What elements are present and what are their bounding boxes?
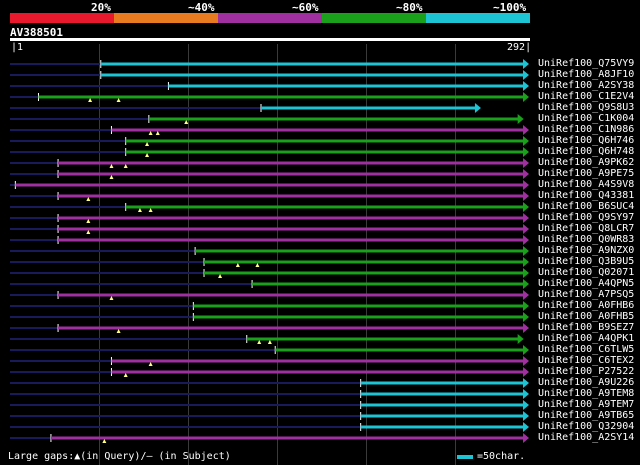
- query-gap-marker: [184, 120, 189, 124]
- hit-label[interactable]: UniRef100_Q9S8U3: [538, 102, 634, 113]
- hit-arrow: [523, 367, 529, 377]
- hit-arrow: [523, 136, 529, 146]
- query-gap-marker: [257, 340, 262, 344]
- hit-arrow: [523, 202, 529, 212]
- hit-label[interactable]: UniRef100_A9PE75: [538, 168, 634, 179]
- hit-label[interactable]: UniRef100_B9SEZ7: [538, 322, 634, 333]
- hit-arrow: [523, 389, 529, 399]
- query-gap-marker: [255, 263, 260, 267]
- query-gap-marker: [145, 153, 150, 157]
- hit-label[interactable]: UniRef100_Q6H748: [538, 146, 634, 157]
- hit-arrow: [523, 158, 529, 168]
- hit-arrow: [517, 334, 524, 344]
- scale-bar: [457, 455, 473, 459]
- hit-arrow: [523, 147, 529, 157]
- hit-arrow: [517, 114, 524, 124]
- query-gap-marker: [109, 296, 114, 300]
- hit-label[interactable]: UniRef100_A9NZX0: [538, 245, 634, 256]
- hit-arrow: [523, 92, 529, 102]
- hit-arrow: [523, 169, 529, 179]
- hit-arrow: [523, 378, 529, 388]
- hit-arrow: [523, 246, 529, 256]
- hit-label[interactable]: UniRef100_C1E2V4: [538, 91, 634, 102]
- query-gap-marker: [123, 373, 128, 377]
- hit-arrow: [523, 290, 529, 300]
- hit-arrow: [523, 257, 529, 267]
- hit-arrow: [523, 125, 529, 135]
- query-gap-marker: [86, 230, 91, 234]
- hit-label[interactable]: UniRef100_Q8LCR7: [538, 223, 634, 234]
- query-gap-marker: [155, 131, 160, 135]
- hit-arrow: [523, 312, 529, 322]
- hit-arrow: [523, 81, 529, 91]
- hit-arrow: [523, 59, 529, 69]
- query-gap-marker: [137, 208, 142, 212]
- hit-label[interactable]: UniRef100_Q0WR83: [538, 234, 634, 245]
- hit-label[interactable]: UniRef100_A9PK62: [538, 157, 634, 168]
- hit-arrow: [523, 191, 529, 201]
- hit-label[interactable]: UniRef100_Q75VY9: [538, 58, 634, 69]
- scale-label: =50char.: [477, 451, 526, 462]
- query-gap-marker: [86, 219, 91, 223]
- hit-arrow: [523, 411, 529, 421]
- hit-label[interactable]: UniRef100_A0FHB6: [538, 300, 634, 311]
- query-gap-marker: [116, 98, 121, 102]
- query-gap-marker: [218, 274, 223, 278]
- query-gap-marker: [148, 208, 153, 212]
- hit-arrow: [523, 279, 529, 289]
- hit-label[interactable]: UniRef100_A9U226: [538, 377, 634, 388]
- hit-label[interactable]: UniRef100_A4S9V8: [538, 179, 634, 190]
- hit-arrow: [523, 400, 529, 410]
- hit-label[interactable]: UniRef100_Q3B9U5: [538, 256, 634, 267]
- hit-label[interactable]: UniRef100_Q6H746: [538, 135, 634, 146]
- hit-label[interactable]: UniRef100_C1N986: [538, 124, 634, 135]
- gaps-legend: Large gaps:▲(in Query)/– (in Subject): [8, 451, 231, 462]
- hit-label[interactable]: UniRef100_C6TLW5: [538, 344, 634, 355]
- hit-label[interactable]: UniRef100_A0FHB5: [538, 311, 634, 322]
- hit-arrow: [523, 301, 529, 311]
- hit-label[interactable]: UniRef100_B6SUC4: [538, 201, 634, 212]
- hit-label[interactable]: UniRef100_C1K004: [538, 113, 634, 124]
- hit-label[interactable]: UniRef100_A9TEM8: [538, 388, 634, 399]
- hit-arrow: [523, 268, 529, 278]
- hit-label[interactable]: UniRef100_A8JF10: [538, 69, 634, 80]
- hit-arrow: [523, 345, 529, 355]
- hit-arrow: [523, 235, 529, 245]
- hit-arrow: [474, 103, 481, 113]
- hit-arrow: [523, 180, 529, 190]
- hit-arrow: [523, 70, 529, 80]
- query-gap-marker: [235, 263, 240, 267]
- query-gap-marker: [145, 142, 150, 146]
- hit-label[interactable]: UniRef100_A2SY38: [538, 80, 634, 91]
- hit-label[interactable]: UniRef100_A4QPN5: [538, 278, 634, 289]
- query-gap-marker: [116, 329, 121, 333]
- hit-label[interactable]: UniRef100_A2SY14: [538, 432, 634, 443]
- hit-label[interactable]: UniRef100_C6TEX2: [538, 355, 634, 366]
- hit-label[interactable]: UniRef100_Q32904: [538, 421, 634, 432]
- hit-label[interactable]: UniRef100_Q02071: [538, 267, 634, 278]
- hit-arrow: [523, 323, 529, 333]
- hit-label[interactable]: UniRef100_P27522: [538, 366, 634, 377]
- query-gap-marker: [148, 362, 153, 366]
- hit-label[interactable]: UniRef100_Q9SY97: [538, 212, 634, 223]
- hit-label[interactable]: UniRef100_Q43381: [538, 190, 634, 201]
- query-gap-marker: [123, 164, 128, 168]
- hit-arrow: [523, 422, 529, 432]
- query-gap-marker: [86, 197, 91, 201]
- query-gap-marker: [109, 164, 114, 168]
- hit-label[interactable]: UniRef100_A4QPK1: [538, 333, 634, 344]
- hit-label[interactable]: UniRef100_A9TB65: [538, 410, 634, 421]
- hit-arrow: [523, 213, 529, 223]
- hit-arrow: [523, 433, 529, 443]
- hit-label[interactable]: UniRef100_A7PSQ5: [538, 289, 634, 300]
- blast-graphic: { "legend": { "items": [ {"label": "20%"…: [0, 0, 640, 465]
- hit-arrow: [523, 356, 529, 366]
- hit-arrow: [523, 224, 529, 234]
- query-gap-marker: [88, 98, 93, 102]
- query-gap-marker: [102, 439, 107, 443]
- query-gap-marker: [267, 340, 272, 344]
- hit-label[interactable]: UniRef100_A9TEM7: [538, 399, 634, 410]
- query-gap-marker: [148, 131, 153, 135]
- query-gap-marker: [109, 175, 114, 179]
